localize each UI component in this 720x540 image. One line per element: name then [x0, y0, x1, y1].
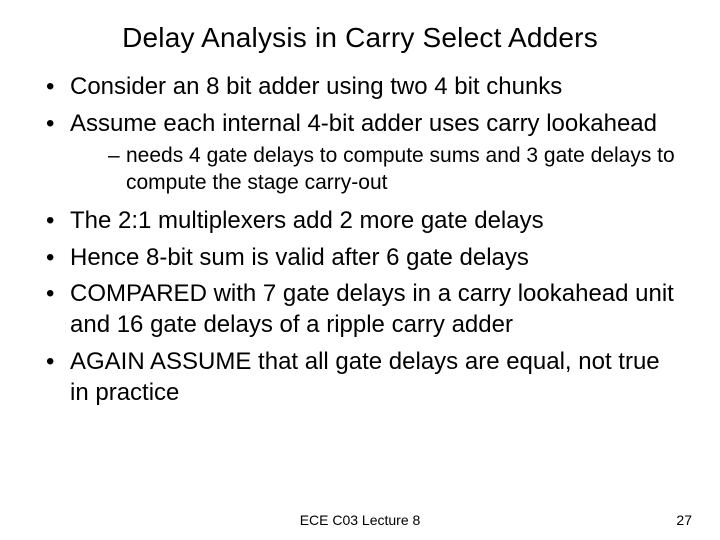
footer-center: ECE C03 Lecture 8 — [0, 512, 720, 528]
sub-bullet-item: needs 4 gate delays to compute sums and … — [108, 143, 680, 196]
bullet-item: Assume each internal 4-bit adder uses ca… — [40, 109, 680, 196]
bullet-item: The 2:1 multiplexers add 2 more gate del… — [40, 206, 680, 237]
bullet-text: Assume each internal 4-bit adder uses ca… — [70, 110, 657, 137]
bullet-list: Consider an 8 bit adder using two 4 bit … — [40, 72, 680, 408]
sub-bullet-list: needs 4 gate delays to compute sums and … — [70, 143, 680, 196]
bullet-text: The 2:1 multiplexers add 2 more gate del… — [70, 207, 544, 234]
bullet-item: AGAIN ASSUME that all gate delays are eq… — [40, 347, 680, 408]
bullet-text: COMPARED with 7 gate delays in a carry l… — [70, 280, 674, 338]
bullet-item: Hence 8-bit sum is valid after 6 gate de… — [40, 243, 680, 274]
slide: Delay Analysis in Carry Select Adders Co… — [0, 0, 720, 540]
bullet-item: COMPARED with 7 gate delays in a carry l… — [40, 279, 680, 340]
page-number: 27 — [676, 512, 692, 528]
sub-bullet-text: needs 4 gate delays to compute sums and … — [126, 144, 675, 193]
bullet-item: Consider an 8 bit adder using two 4 bit … — [40, 72, 680, 103]
bullet-text: Hence 8-bit sum is valid after 6 gate de… — [70, 244, 529, 271]
slide-title: Delay Analysis in Carry Select Adders — [40, 22, 680, 54]
bullet-text: AGAIN ASSUME that all gate delays are eq… — [70, 348, 660, 406]
bullet-text: Consider an 8 bit adder using two 4 bit … — [70, 73, 562, 100]
